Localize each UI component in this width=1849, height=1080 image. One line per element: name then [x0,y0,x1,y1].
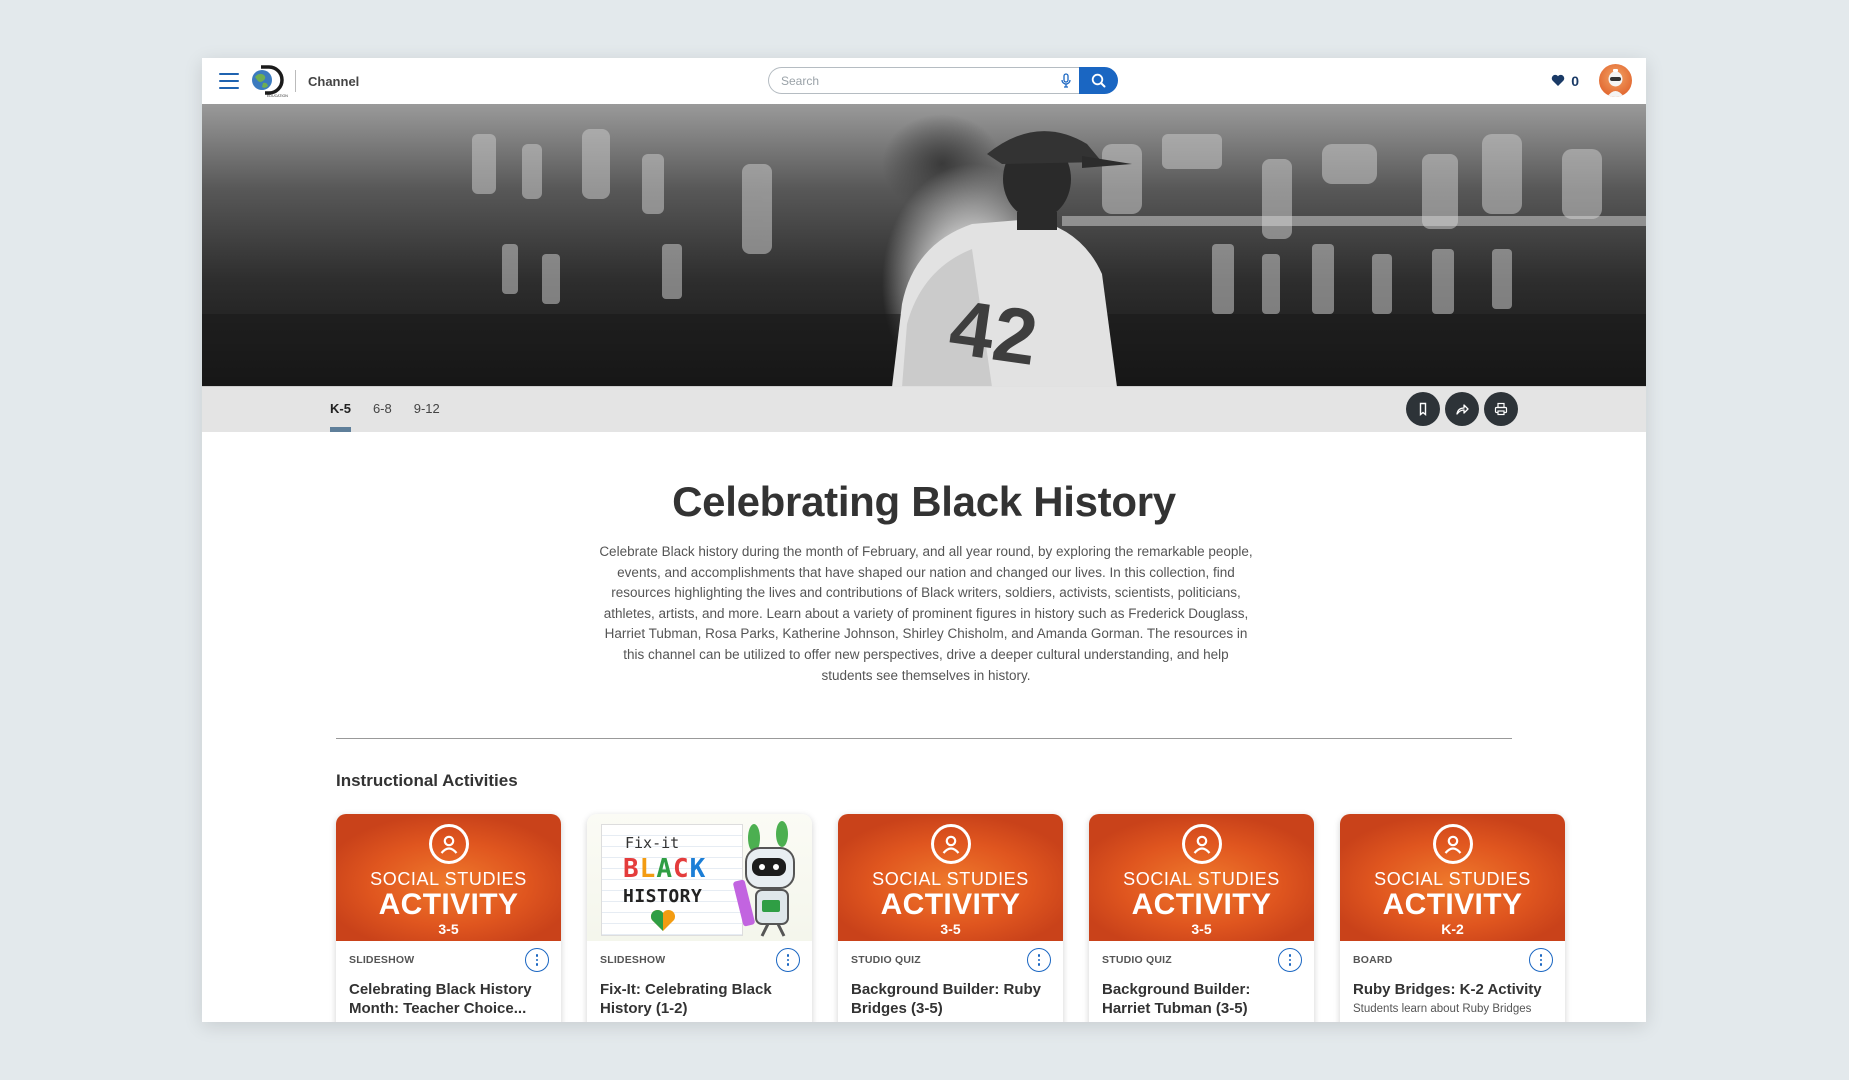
card-body: SLIDESHOW Fix-It: Celebrating Black Hist… [587,941,812,1018]
thumb-subject: SOCIAL STUDIES [872,869,1029,889]
activity-card[interactable]: SOCIAL STUDIES ACTIVITY 3-5 STUDIO QUIZ … [838,814,1063,1022]
user-avatar[interactable] [1599,64,1632,97]
card-title[interactable]: Celebrating Black History Month: Teacher… [349,980,549,1018]
thumb-subject: SOCIAL STUDIES [370,869,527,889]
person-icon [428,824,469,864]
card-type: SLIDESHOW [600,954,666,966]
thumb-subject: SOCIAL STUDIES [1123,869,1280,889]
card-thumbnail: SOCIAL STUDIES ACTIVITY K-2 [1340,814,1565,941]
card-title[interactable]: Background Builder: Harriet Tubman (3-5) [1102,980,1302,1018]
section-divider [336,738,1512,739]
channel-actions [1406,392,1518,426]
search-button[interactable] [1079,67,1118,94]
card-body: STUDIO QUIZ Background Builder: Harriet … [1089,941,1314,1018]
more-options-button[interactable] [1027,948,1051,972]
heart-icon [1551,74,1565,86]
hero-image: 42 [202,129,1646,387]
search-input[interactable] [768,67,1079,94]
heart-icon [650,909,676,931]
bookmark-icon [1419,402,1427,416]
card-title[interactable]: Ruby Bridges: K-2 Activity [1353,980,1553,999]
grade-filter-bar: K-5 6-8 9-12 [202,386,1646,432]
card-thumbnail: SOCIAL STUDIES ACTIVITY 3-5 [1089,814,1314,941]
page-description: Celebrate Black history during the month… [599,544,1253,683]
page-title: Celebrating Black History [672,478,1176,525]
person-icon [1432,824,1473,864]
share-icon [1456,404,1469,415]
jersey-number: 42 [945,283,1043,382]
thumb-fixit-line3: HISTORY [623,886,703,907]
thumb-fixit-line2: BLACK [623,854,707,884]
activity-card[interactable]: SOCIAL STUDIES ACTIVITY 3-5 STUDIO QUIZ … [1089,814,1314,1022]
thumb-kind: ACTIVITY [880,888,1021,921]
card-body: BOARD Ruby Bridges: K-2 Activity Student… [1340,941,1565,1015]
activity-cards: SOCIAL STUDIES ACTIVITY 3-5 SLIDESHOW Ce… [336,814,1565,1022]
card-type: SLIDESHOW [349,954,415,966]
discovery-education-logo[interactable]: EDUCATION Channel [249,64,359,98]
thumb-grade: 3-5 [1191,921,1212,937]
activity-card[interactable]: SOCIAL STUDIES ACTIVITY K-2 BOARD Ruby B… [1340,814,1565,1022]
robot-mascot-icon [733,821,795,937]
search-bar [768,67,1118,94]
more-options-button[interactable] [776,948,800,972]
more-options-button[interactable] [525,948,549,972]
favorites-button[interactable]: 0 [1551,73,1579,89]
channel-link[interactable]: Channel [308,74,359,89]
top-nav: EDUCATION Channel 0 [202,58,1646,104]
activity-card[interactable]: Fix-it BLACK HISTORY SLIDESHOW Fix-It: C… [587,814,812,1022]
tab-k-5[interactable]: K-5 [330,386,351,432]
person-icon [1181,824,1222,864]
thumb-subject: SOCIAL STUDIES [1374,869,1531,889]
hero-banner: 42 [202,104,1646,387]
thumb-kind: ACTIVITY [378,888,519,921]
card-body: STUDIO QUIZ Background Builder: Ruby Bri… [838,941,1063,1018]
more-options-button[interactable] [1529,948,1553,972]
thumb-grade: K-2 [1441,921,1464,937]
share-button[interactable] [1445,392,1479,426]
card-description: Students learn about Ruby Bridges [1353,1003,1532,1015]
microphone-icon[interactable] [1060,73,1072,89]
print-button[interactable] [1484,392,1518,426]
grade-tabs: K-5 6-8 9-12 [330,386,462,432]
search-icon [1091,73,1106,88]
card-type: STUDIO QUIZ [1102,954,1172,966]
bookmark-button[interactable] [1406,392,1440,426]
favorites-count: 0 [1571,72,1579,89]
card-title[interactable]: Fix-It: Celebrating Black History (1-2) [600,980,800,1018]
logo-globe-icon: EDUCATION [249,64,289,98]
thumb-grade: 3-5 [940,921,961,937]
card-type: BOARD [1353,954,1393,966]
thumb-fixit-line1: Fix-it [625,834,680,852]
card-thumbnail: SOCIAL STUDIES ACTIVITY 3-5 [838,814,1063,941]
more-options-button[interactable] [1278,948,1302,972]
print-icon [1494,402,1508,416]
card-thumbnail: Fix-it BLACK HISTORY [587,814,812,941]
card-thumbnail: SOCIAL STUDIES ACTIVITY 3-5 [336,814,561,941]
card-body: SLIDESHOW Celebrating Black History Mont… [336,941,561,1018]
user-tools: 0 [1551,64,1632,97]
section-title: Instructional Activities [336,771,518,790]
logo-separator [295,70,296,92]
thumb-kind: ACTIVITY [1382,888,1523,921]
browser-window: EDUCATION Channel 0 [202,58,1646,1022]
tab-9-12[interactable]: 9-12 [414,386,440,432]
thumb-kind: ACTIVITY [1131,888,1272,921]
menu-icon[interactable] [219,73,239,89]
thumb-grade: 3-5 [438,921,459,937]
card-title[interactable]: Background Builder: Ruby Bridges (3-5) [851,980,1051,1018]
tab-6-8[interactable]: 6-8 [373,386,392,432]
logo-text: EDUCATION [267,94,288,98]
person-icon [930,824,971,864]
card-type: STUDIO QUIZ [851,954,921,966]
activity-card[interactable]: SOCIAL STUDIES ACTIVITY 3-5 SLIDESHOW Ce… [336,814,561,1022]
